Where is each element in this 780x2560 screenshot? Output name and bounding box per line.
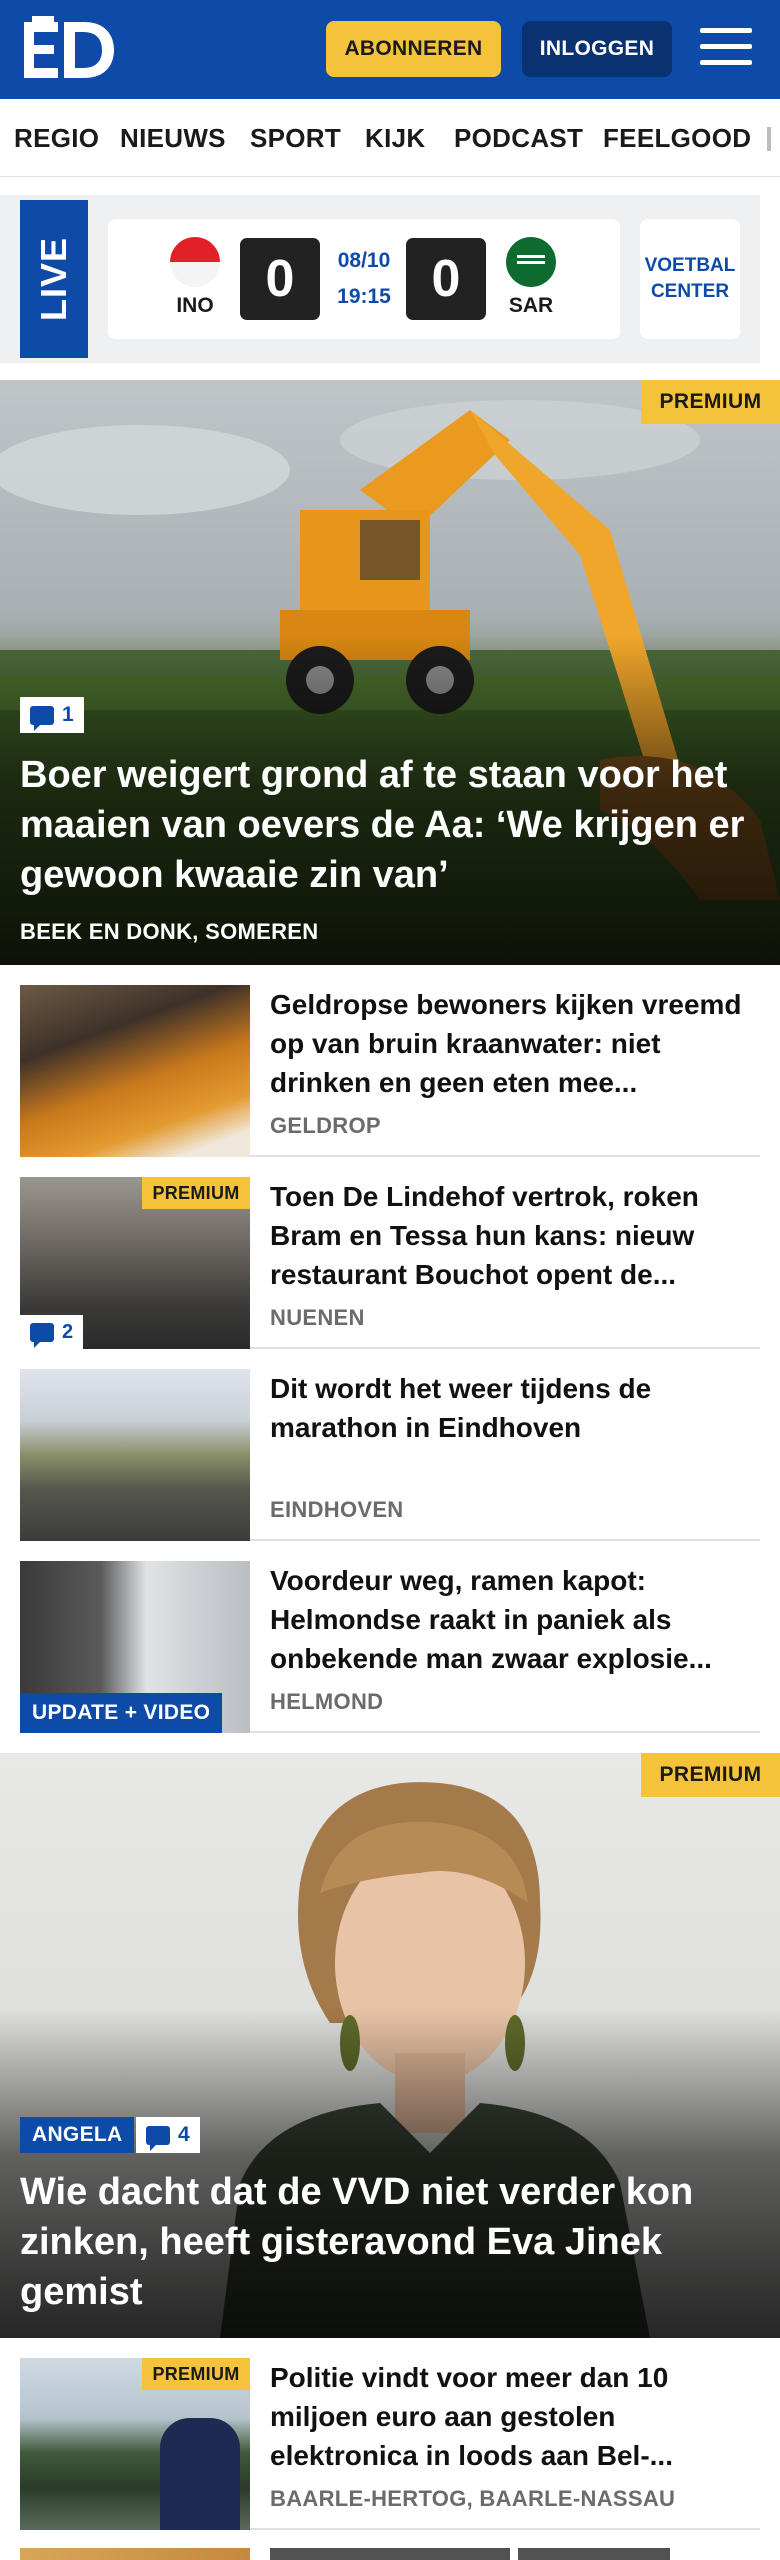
nav-item-podcast[interactable]: PODCAST	[454, 123, 583, 154]
article-title[interactable]: Geldropse bewoners kijken vreemd op van …	[270, 985, 750, 1102]
hero-location: BEEK EN DONK, SOMEREN	[20, 919, 319, 944]
home-score: 0	[240, 238, 320, 320]
premium-badge: PREMIUM	[142, 2358, 250, 2390]
list-item[interactable]: Dit wordt het weer tijdens de marathon i…	[20, 1369, 760, 1541]
article-location: HELMOND	[270, 1689, 384, 1714]
police-officer-figure	[160, 2418, 240, 2530]
comment-bubble-icon	[30, 1322, 54, 1348]
next-article-thumbnail	[20, 2548, 250, 2560]
article-location: GELDROP	[270, 1113, 381, 1138]
ed-logo[interactable]	[24, 16, 116, 82]
author-tag[interactable]: ANGELA	[20, 2117, 135, 2153]
article-thumbnail: PREMIUM 2	[20, 1177, 250, 1349]
comment-count: 2	[62, 1320, 74, 1343]
article-title[interactable]: Dit wordt het weer tijdens de marathon i…	[270, 1369, 750, 1486]
list-item[interactable]: Geldropse bewoners kijken vreemd op van …	[20, 985, 760, 1157]
subscribe-button[interactable]: ABONNEREN	[326, 21, 501, 77]
nav-item-sport[interactable]: SPORT	[250, 123, 341, 154]
nav-item-feelgood[interactable]: FEELGOOD	[603, 123, 751, 154]
article-thumbnail: UPDATE + VIDEO	[20, 1561, 250, 1733]
comment-bubble-icon	[30, 705, 54, 731]
match-time: 19:15	[337, 285, 391, 308]
comment-count-badge[interactable]: 4	[136, 2117, 200, 2153]
hamburger-menu-icon[interactable]	[700, 28, 752, 70]
article-thumbnail	[20, 1369, 250, 1541]
comment-count-badge[interactable]: 2	[20, 1315, 84, 1349]
article-thumbnail: PREMIUM	[20, 2358, 250, 2530]
home-team-label: INO	[176, 294, 214, 317]
comment-count-badge[interactable]: 1	[20, 697, 84, 733]
nav-overflow-divider	[767, 127, 771, 151]
article-title[interactable]: Voordeur weg, ramen kapot: Helmondse raa…	[270, 1561, 750, 1678]
premium-badge: PREMIUM	[142, 1177, 250, 1209]
article-location: NUENEN	[270, 1305, 365, 1330]
voetbal-center-link[interactable]: VOETBAL CENTER	[640, 219, 740, 339]
voetbal-center-line1: VOETBAL	[644, 255, 736, 276]
list-item[interactable]: UPDATE + VIDEO Voordeur weg, ramen kapot…	[20, 1561, 760, 1733]
update-video-tag: UPDATE + VIDEO	[20, 1693, 223, 1733]
article-location: BAARLE-HERTOG, BAARLE-NASSAU	[270, 2486, 676, 2511]
saudi-arabia-flag-icon	[506, 237, 556, 287]
site-header: ABONNEREN INLOGGEN	[0, 0, 780, 99]
article-title[interactable]: Politie vindt voor meer dan 10 miljoen e…	[270, 2358, 750, 2475]
article-title[interactable]: Toen De Lindehof vertrok, roken Bram en …	[270, 1177, 750, 1294]
away-team-label: SAR	[508, 294, 554, 317]
comment-bubble-icon	[146, 2125, 170, 2151]
nav-item-regio[interactable]: REGIO	[14, 123, 99, 154]
match-date: 08/10	[337, 249, 391, 272]
comment-count: 1	[62, 703, 74, 726]
article-thumbnail	[20, 985, 250, 1157]
list-item[interactable]: PREMIUM Politie vindt voor meer dan 10 m…	[20, 2358, 760, 2530]
login-button[interactable]: INLOGGEN	[522, 21, 672, 77]
section-nav: REGIO NIEUWS SPORT KIJK PODCAST FEELGOOD	[0, 99, 780, 177]
live-label: LIVE	[33, 236, 74, 322]
voetbal-center-line2: CENTER	[650, 281, 730, 302]
comment-count: 4	[178, 2123, 190, 2146]
article-location: EINDHOVEN	[270, 1497, 404, 1522]
nav-item-kijk[interactable]: KIJK	[365, 123, 425, 154]
next-article-title-fragment	[270, 2548, 670, 2560]
nav-item-nieuws[interactable]: NIEUWS	[120, 123, 226, 154]
indonesia-flag-icon	[170, 237, 220, 287]
away-score: 0	[406, 238, 486, 320]
list-item[interactable]: PREMIUM 2 Toen De Lindehof vertrok, roke…	[20, 1177, 760, 1349]
premium-badge: PREMIUM	[641, 380, 780, 424]
hero-headline[interactable]: Boer weigert grond af te staan voor het …	[20, 750, 750, 900]
hero-headline[interactable]: Wie dacht dat de VVD niet verder kon zin…	[20, 2167, 750, 2317]
premium-badge: PREMIUM	[641, 1753, 780, 1797]
